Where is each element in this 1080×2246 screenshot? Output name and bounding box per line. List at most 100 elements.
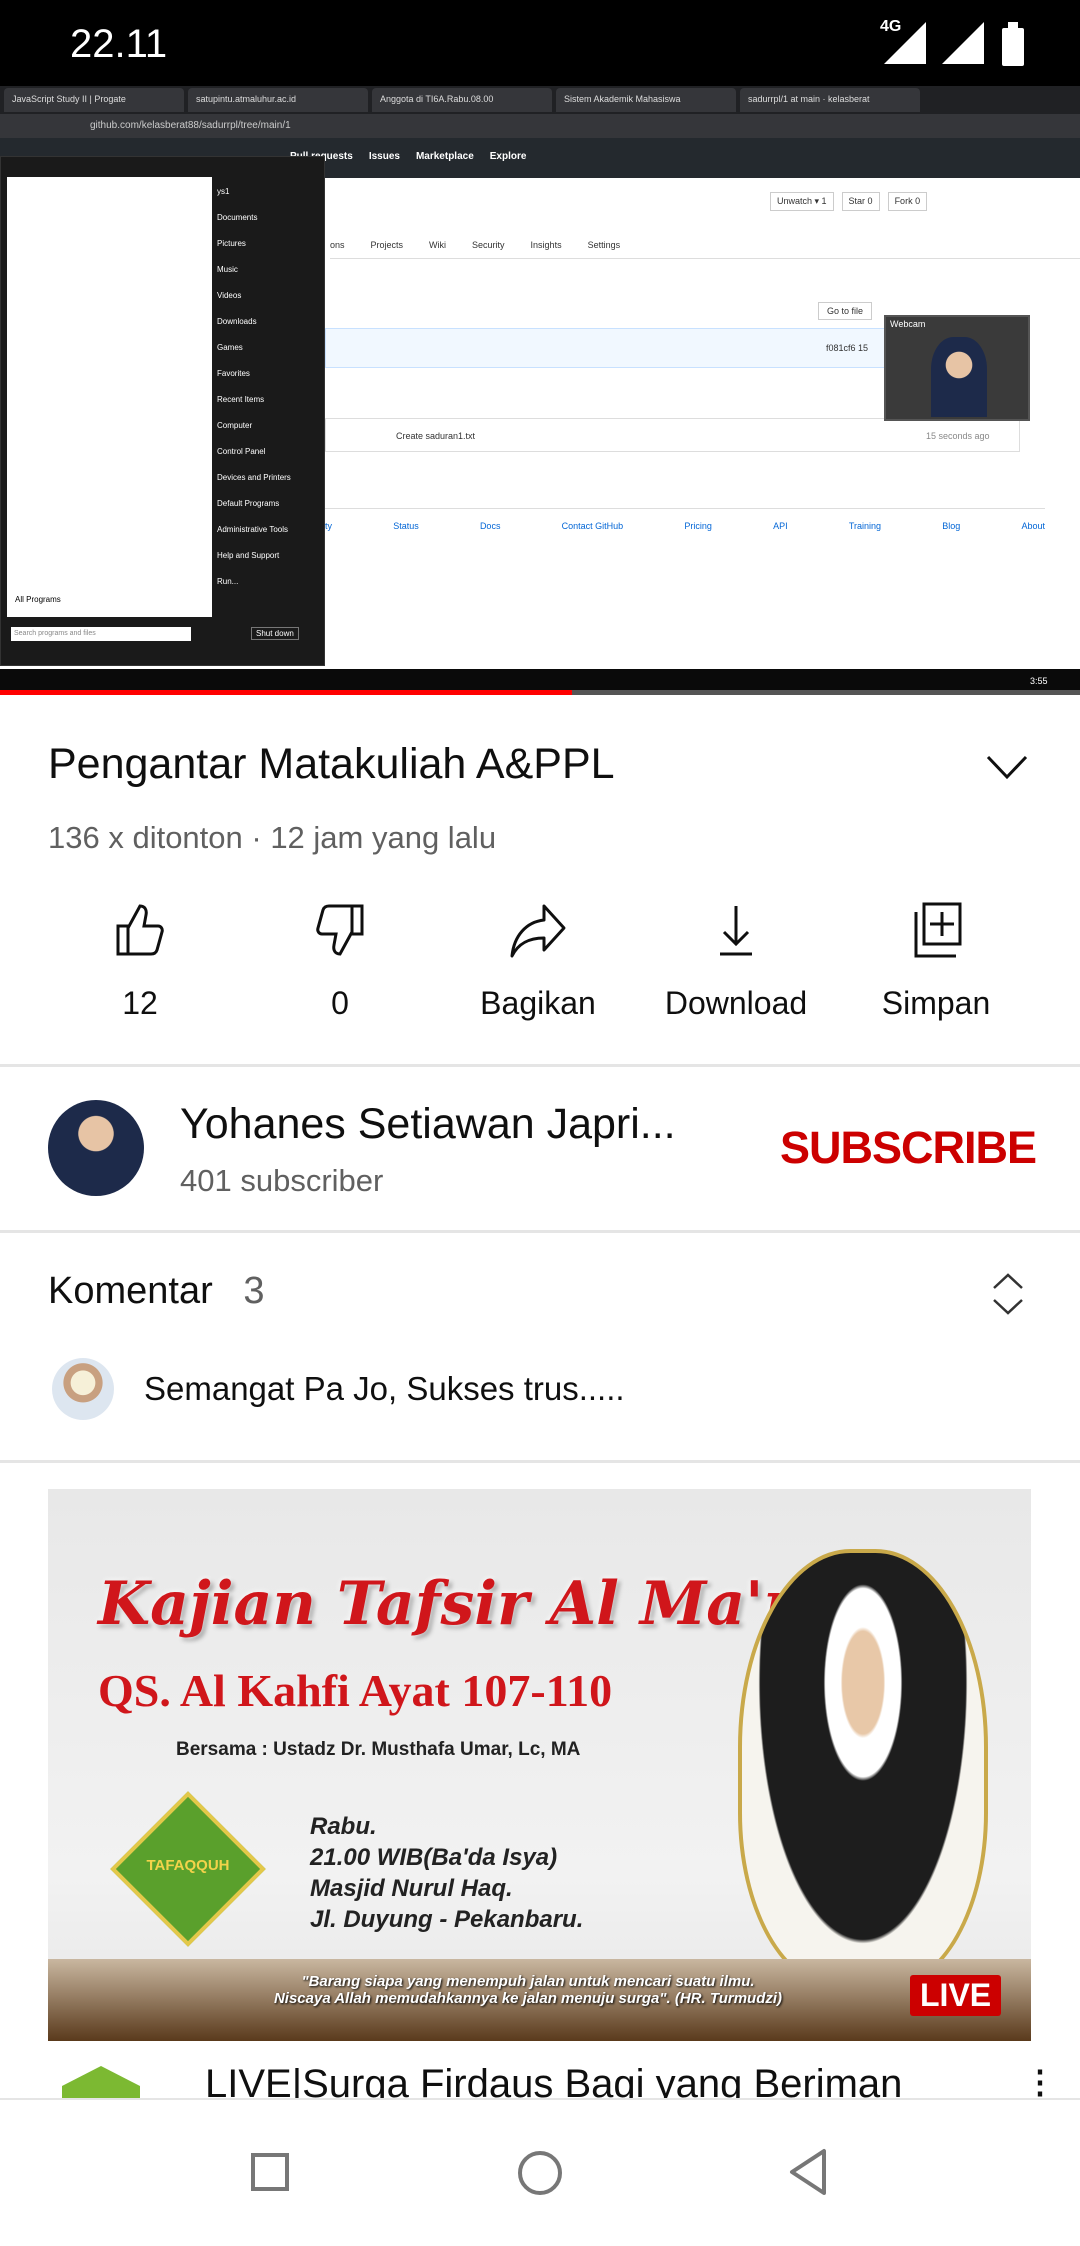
thumbs-down-icon [316,904,364,956]
browser-tab: Sistem Akademik Mahasiswa [556,88,736,112]
all-programs: All Programs [15,595,61,604]
live-badge: LIVE [910,1975,1002,2016]
start-menu-item: Favorites [217,369,250,378]
thumb-subtitle: QS. Al Kahfi Ayat 107-110 [98,1665,613,1716]
file-time: 15 seconds ago [926,431,990,441]
action-label: 12 [122,985,158,1021]
clock: 22.11 [70,22,168,66]
comments-count: 3 [243,1270,265,1312]
footer-link: About [1021,521,1045,531]
thumbs-up-icon [116,904,164,956]
webcam-person [931,337,987,417]
repo-button: Star 0 [841,192,880,211]
footer-link: Status [393,521,419,531]
repo-tab: Security [472,240,505,250]
comments-label: Komentar [48,1270,213,1312]
repo-tab: Projects [370,240,404,250]
commit-hash: f081cf6 15 [826,343,869,353]
signal-battery-icon [884,22,1024,66]
footer-link: Docs [479,521,501,531]
divider [0,1460,1080,1463]
recents-icon[interactable] [250,2152,290,2192]
expand-icon[interactable] [990,1272,1026,1316]
action-thumbs-down[interactable]: 0 [240,900,440,1022]
footer-link: API [773,521,788,531]
more-options-icon[interactable]: ⋮ [1024,2066,1056,2098]
footer-link: Pricing [684,521,712,531]
chevron-down-icon[interactable] [985,752,1029,782]
action-thumbs-up[interactable]: 12 [40,900,240,1022]
start-menu-item: Run... [217,577,239,586]
channel-name[interactable]: Yohanes Setiawan Japri... [180,1100,676,1149]
go-to-file: Go to file [818,302,873,320]
logo-text: TAFAQQUH [146,1857,230,1874]
next-video-thumbnail[interactable]: Kajian Tafsir Al Ma'rifah QS. Al Kahfi A… [48,1489,1031,2041]
thumb-quote: "Barang siapa yang menempuh jalan untuk … [248,1973,808,2007]
webcam-overlay: Webcam [884,315,1030,421]
start-menu-item: Pictures [217,239,246,248]
url-bar: github.com/kelasberat88/sadurrpl/tree/ma… [0,114,1080,138]
browser-tab: sadurrpl/1 at main · kelasberat [740,88,920,112]
start-menu-item: Documents [217,213,258,222]
quote-line: Niscaya Allah memudahkannya ke jalan men… [273,1990,783,2007]
divider [0,1064,1080,1067]
shutdown-button: Shut down [251,627,299,640]
nav-link: Marketplace [415,151,474,162]
action-label: Bagikan [480,985,596,1021]
repo-tab: Insights [530,240,562,250]
browser-tabs: JavaScript Study II | Progate satupintu.… [0,86,1080,114]
progress-bar[interactable] [0,690,573,695]
detail-address: Jl. Duyung - Pekanbaru. [310,1906,584,1933]
action-label: 0 [331,985,349,1021]
taskbar-clock: 3:55 [1030,676,1048,686]
start-menu-item: ys1 [217,187,230,196]
footer-link: Blog [942,521,961,531]
android-nav-bar [0,2098,1080,2246]
video-meta: 136 x ditonton · 12 jam yang lalu [48,820,497,855]
commenter-avatar [52,1358,114,1420]
thumb-footer: "Barang siapa yang menempuh jalan untuk … [48,1959,1031,2041]
video-title: Pengantar Matakuliah A&PPL [48,740,615,788]
browser-tab: satupintu.atmaluhur.ac.id [188,88,368,112]
repo-button: Fork 0 [887,192,928,211]
start-menu-item: Default Programs [217,499,280,508]
save-playlist-icon [914,902,962,958]
start-menu-item: Devices and Printers [217,473,291,482]
nav-link: Issues [368,151,400,162]
file-row: Create saduran1.txt 15 seconds ago [325,418,1020,452]
subscriber-count: 401 subscriber [180,1163,384,1198]
file-name: Create saduran1.txt [396,431,476,441]
video-player[interactable]: JavaScript Study II | Progate satupintu.… [0,86,1080,695]
start-menu-item: Games [217,343,243,352]
detail-day: Rabu. [310,1813,377,1840]
download-icon [720,906,752,956]
action-share[interactable]: Bagikan [438,900,638,1022]
action-save-playlist[interactable]: Simpan [836,900,1036,1022]
github-footer: ty Status Docs Contact GitHub Pricing AP… [325,508,1045,531]
start-menu-item: Videos [217,291,242,300]
footer-link: ty [325,521,333,531]
nav-link: Explore [489,151,527,162]
start-menu-item: Downloads [217,317,257,326]
detail-time: 21.00 WIB(Ba'da Isya) [310,1844,558,1871]
repo-button: Unwatch ▾ 1 [770,192,834,211]
repo-buttons: Unwatch ▾ 1 Star 0 Fork 0 [770,192,928,211]
subscribe-button[interactable]: SUBSCRIBE [780,1122,1037,1174]
home-icon[interactable] [517,2150,563,2196]
action-download[interactable]: Download [636,900,836,1022]
action-label: Download [664,985,808,1021]
start-menu-item: Control Panel [217,447,266,456]
back-icon[interactable] [788,2148,828,2196]
webcam-label: Webcam [890,319,926,329]
comments-header[interactable]: Komentar 3 [48,1270,264,1313]
start-menu: All Programs Search programs and files S… [0,156,325,666]
thumb-details: Rabu. 21.00 WIB(Ba'da Isya) Masjid Nurul… [310,1811,583,1935]
speaker-photo [738,1549,988,1989]
share-icon [510,904,566,958]
top-comment[interactable]: Semangat Pa Jo, Sukses trus..... [144,1370,625,1408]
thumb-speaker: Bersama : Ustadz Dr. Musthafa Umar, Lc, … [176,1739,581,1760]
repo-tab: ons [330,240,345,250]
repo-tabs: ons Projects Wiki Security Insights Sett… [330,240,1080,259]
start-menu-item: Computer [217,421,253,430]
channel-avatar[interactable] [48,1100,144,1196]
